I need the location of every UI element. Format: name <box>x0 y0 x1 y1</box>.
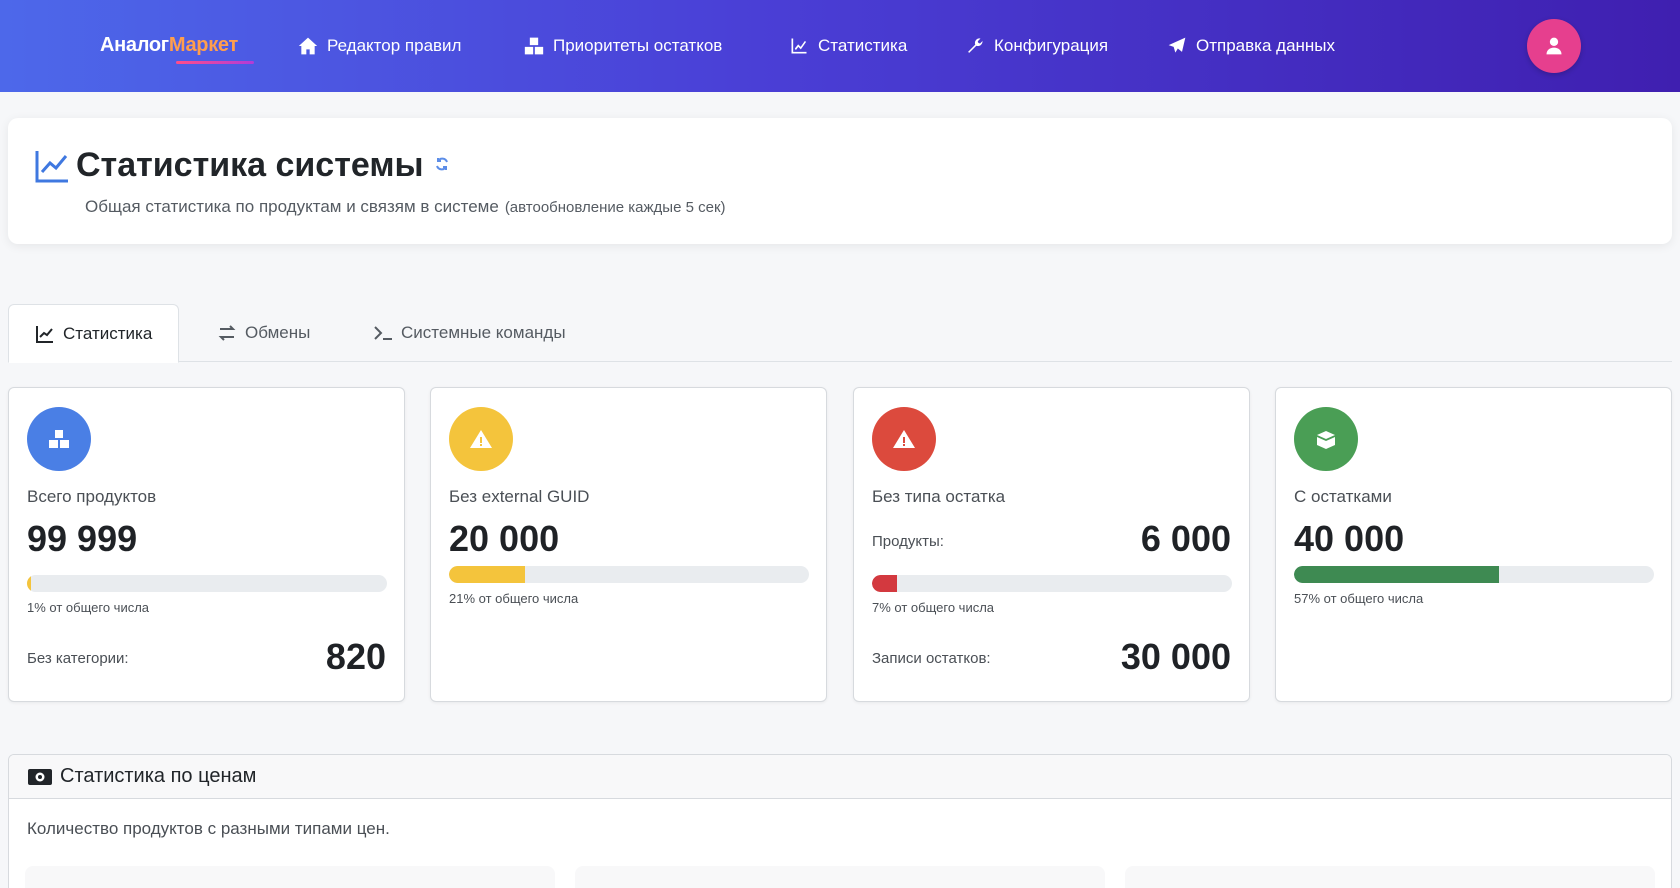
terminal-icon <box>374 326 392 340</box>
products-value: 6 000 <box>1140 518 1231 559</box>
nav-item-configuration[interactable]: Конфигурация <box>965 34 1108 58</box>
progress-bar <box>27 575 387 592</box>
progress-bar <box>872 575 1232 592</box>
progress-caption: 1% от общего числа <box>27 600 150 615</box>
chart-line-icon <box>34 148 70 184</box>
page-subtitle: Общая статистика по продуктам и связям в… <box>85 197 726 216</box>
chart-line-icon <box>36 325 53 343</box>
money-bill-icon <box>27 766 53 788</box>
price-type-card <box>1125 866 1655 888</box>
nav-item-label: Конфигурация <box>994 36 1109 55</box>
tab-exchanges[interactable]: Обмены <box>217 304 310 362</box>
stat-label: С остатками <box>1294 487 1392 506</box>
progress-fill <box>872 575 898 592</box>
page-header-card: Статистика системы Общая статистика по п… <box>8 118 1672 244</box>
nav-item-label: Редактор правил <box>327 36 462 55</box>
progress-caption: 57% от общего числа <box>1294 591 1424 606</box>
price-type-card <box>25 866 555 888</box>
extra-label: Без категории: <box>27 650 129 667</box>
stat-value: 20 000 <box>449 518 560 559</box>
progress-caption: 21% от общего числа <box>449 591 579 606</box>
nav-item-statistics[interactable]: Статистика <box>789 34 907 58</box>
paper-plane-icon <box>1168 37 1186 53</box>
nav-item-label: Статистика <box>818 36 908 55</box>
tabs-bar: Статистика Обмены Системные команды <box>8 304 1672 363</box>
boxes-icon <box>524 37 544 55</box>
brand-underline <box>176 61 254 64</box>
tab-system-commands[interactable]: Системные команды <box>373 304 566 362</box>
stat-label: Без external GUID <box>449 487 590 506</box>
progress-bar <box>1294 566 1654 583</box>
nav-item-label: Отправка данных <box>1196 36 1336 55</box>
products-label: Продукты: <box>872 533 944 550</box>
top-navbar: АналогМаркет Редактор правил Приоритеты … <box>0 0 1680 92</box>
progress-fill <box>449 566 525 583</box>
stat-card-no-external-guid: Без external GUID 20 000 21% от общего ч… <box>430 387 827 702</box>
stat-value: 40 000 <box>1294 518 1405 559</box>
extra-value: 30 000 <box>1120 636 1231 677</box>
extra-value: 820 <box>325 636 386 677</box>
home-icon <box>298 37 318 55</box>
warning-icon <box>449 407 513 471</box>
extra-label: Записи остатков: <box>872 650 991 667</box>
stat-card-no-stock-type: Без типа остатка Продукты: 6 000 7% от о… <box>853 387 1250 702</box>
user-icon <box>1546 37 1562 55</box>
price-type-card <box>575 866 1105 888</box>
chart-line-icon <box>791 38 807 54</box>
boxes-icon <box>27 407 91 471</box>
user-avatar-button[interactable] <box>1527 19 1581 73</box>
price-statistics-card: Статистика по ценам Количество продуктов… <box>8 754 1672 888</box>
autorefresh-note: (автообновление каждые 5 сек) <box>504 199 726 216</box>
progress-fill <box>27 575 31 592</box>
stat-value: 99 999 <box>27 518 138 559</box>
price-statistics-header: Статистика по ценам <box>9 755 1671 799</box>
exchange-icon <box>218 325 236 341</box>
price-statistics-title: Статистика по ценам <box>60 765 257 787</box>
progress-fill <box>1294 566 1500 583</box>
nav-item-data-sending[interactable]: Отправка данных <box>1167 34 1335 58</box>
brand-logo[interactable]: АналогМаркет <box>100 34 238 57</box>
nav-item-stock-priorities[interactable]: Приоритеты остатков <box>524 34 722 58</box>
warning-icon <box>872 407 936 471</box>
nav-item-label: Приоритеты остатков <box>553 36 723 55</box>
refresh-icon[interactable] <box>434 156 450 172</box>
page-title: Статистика системы <box>76 146 424 184</box>
progress-caption: 7% от общего числа <box>872 600 995 615</box>
nav-item-rules-editor[interactable]: Редактор правил <box>298 34 461 58</box>
stat-label: Всего продуктов <box>27 487 157 506</box>
stat-card-with-stock: С остатками 40 000 57% от общего числа <box>1275 387 1672 702</box>
stat-label: Без типа остатка <box>872 487 1006 506</box>
tab-statistics[interactable]: Статистика <box>8 304 180 363</box>
box-open-icon <box>1294 407 1358 471</box>
wrench-icon <box>968 38 983 53</box>
progress-bar <box>449 566 809 583</box>
price-statistics-description: Количество продуктов с разными типами це… <box>27 819 390 838</box>
stat-card-total-products: Всего продуктов 99 999 1% от общего числ… <box>8 387 405 702</box>
